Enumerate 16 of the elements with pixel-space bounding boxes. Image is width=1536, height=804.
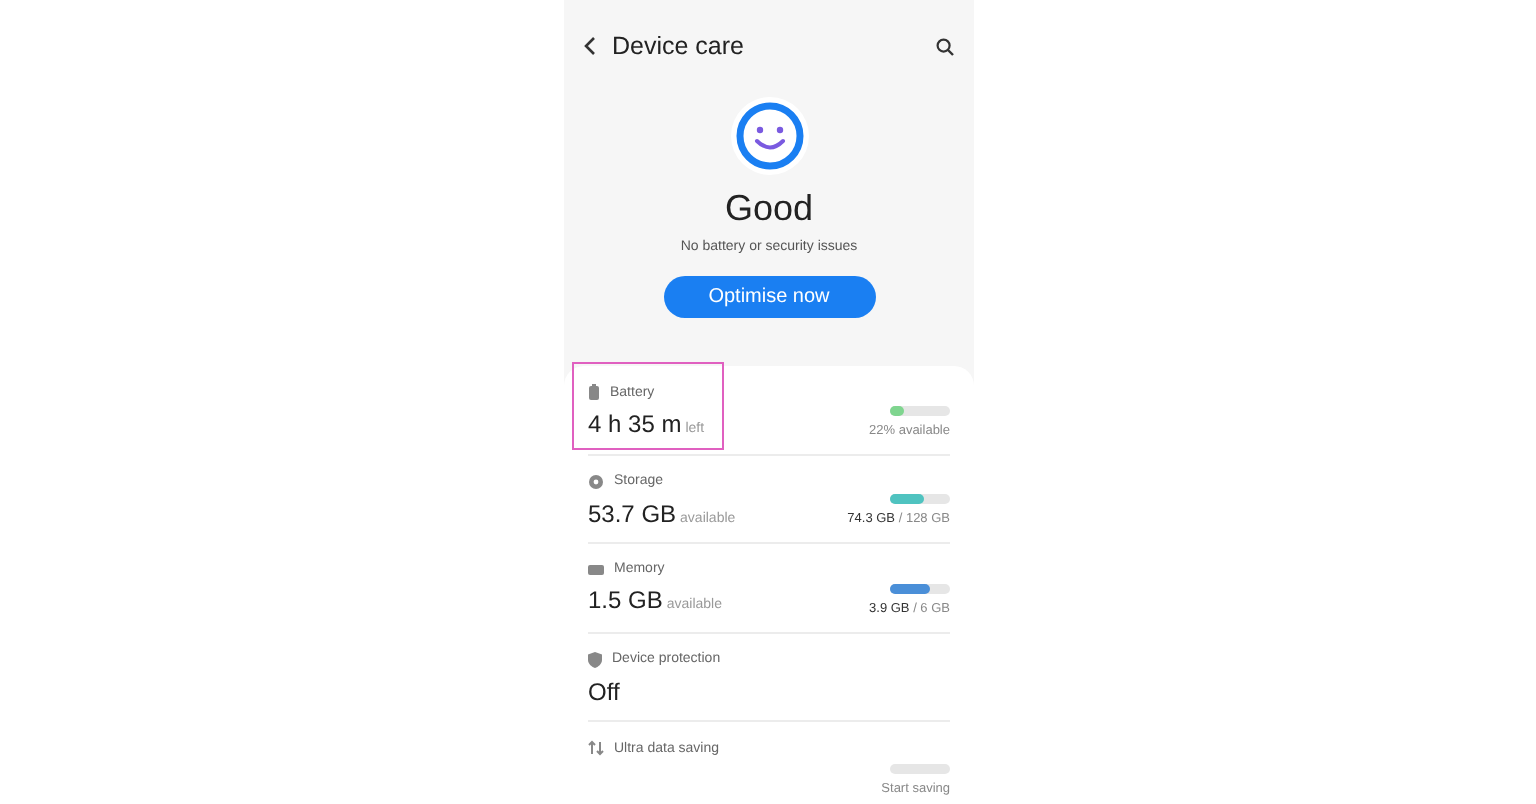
smiley-icon [729,96,809,176]
item-value: 4 h 35 m [588,410,682,438]
back-icon[interactable] [584,36,596,56]
optimise-button[interactable]: Optimise now [663,276,875,318]
arrows-icon [588,740,604,757]
chip-icon [588,563,604,576]
status-title: Good [724,188,814,230]
item-value: 53.7 GB [588,499,677,528]
screen-title: Device care [612,32,746,60]
item-value: Off [588,677,620,706]
meter-track [890,763,950,774]
item-value: 1.5 GB [588,586,663,615]
battery-icon [588,384,600,400]
disc-icon [588,473,604,490]
shield-icon [588,651,602,668]
search-icon[interactable] [936,37,954,55]
